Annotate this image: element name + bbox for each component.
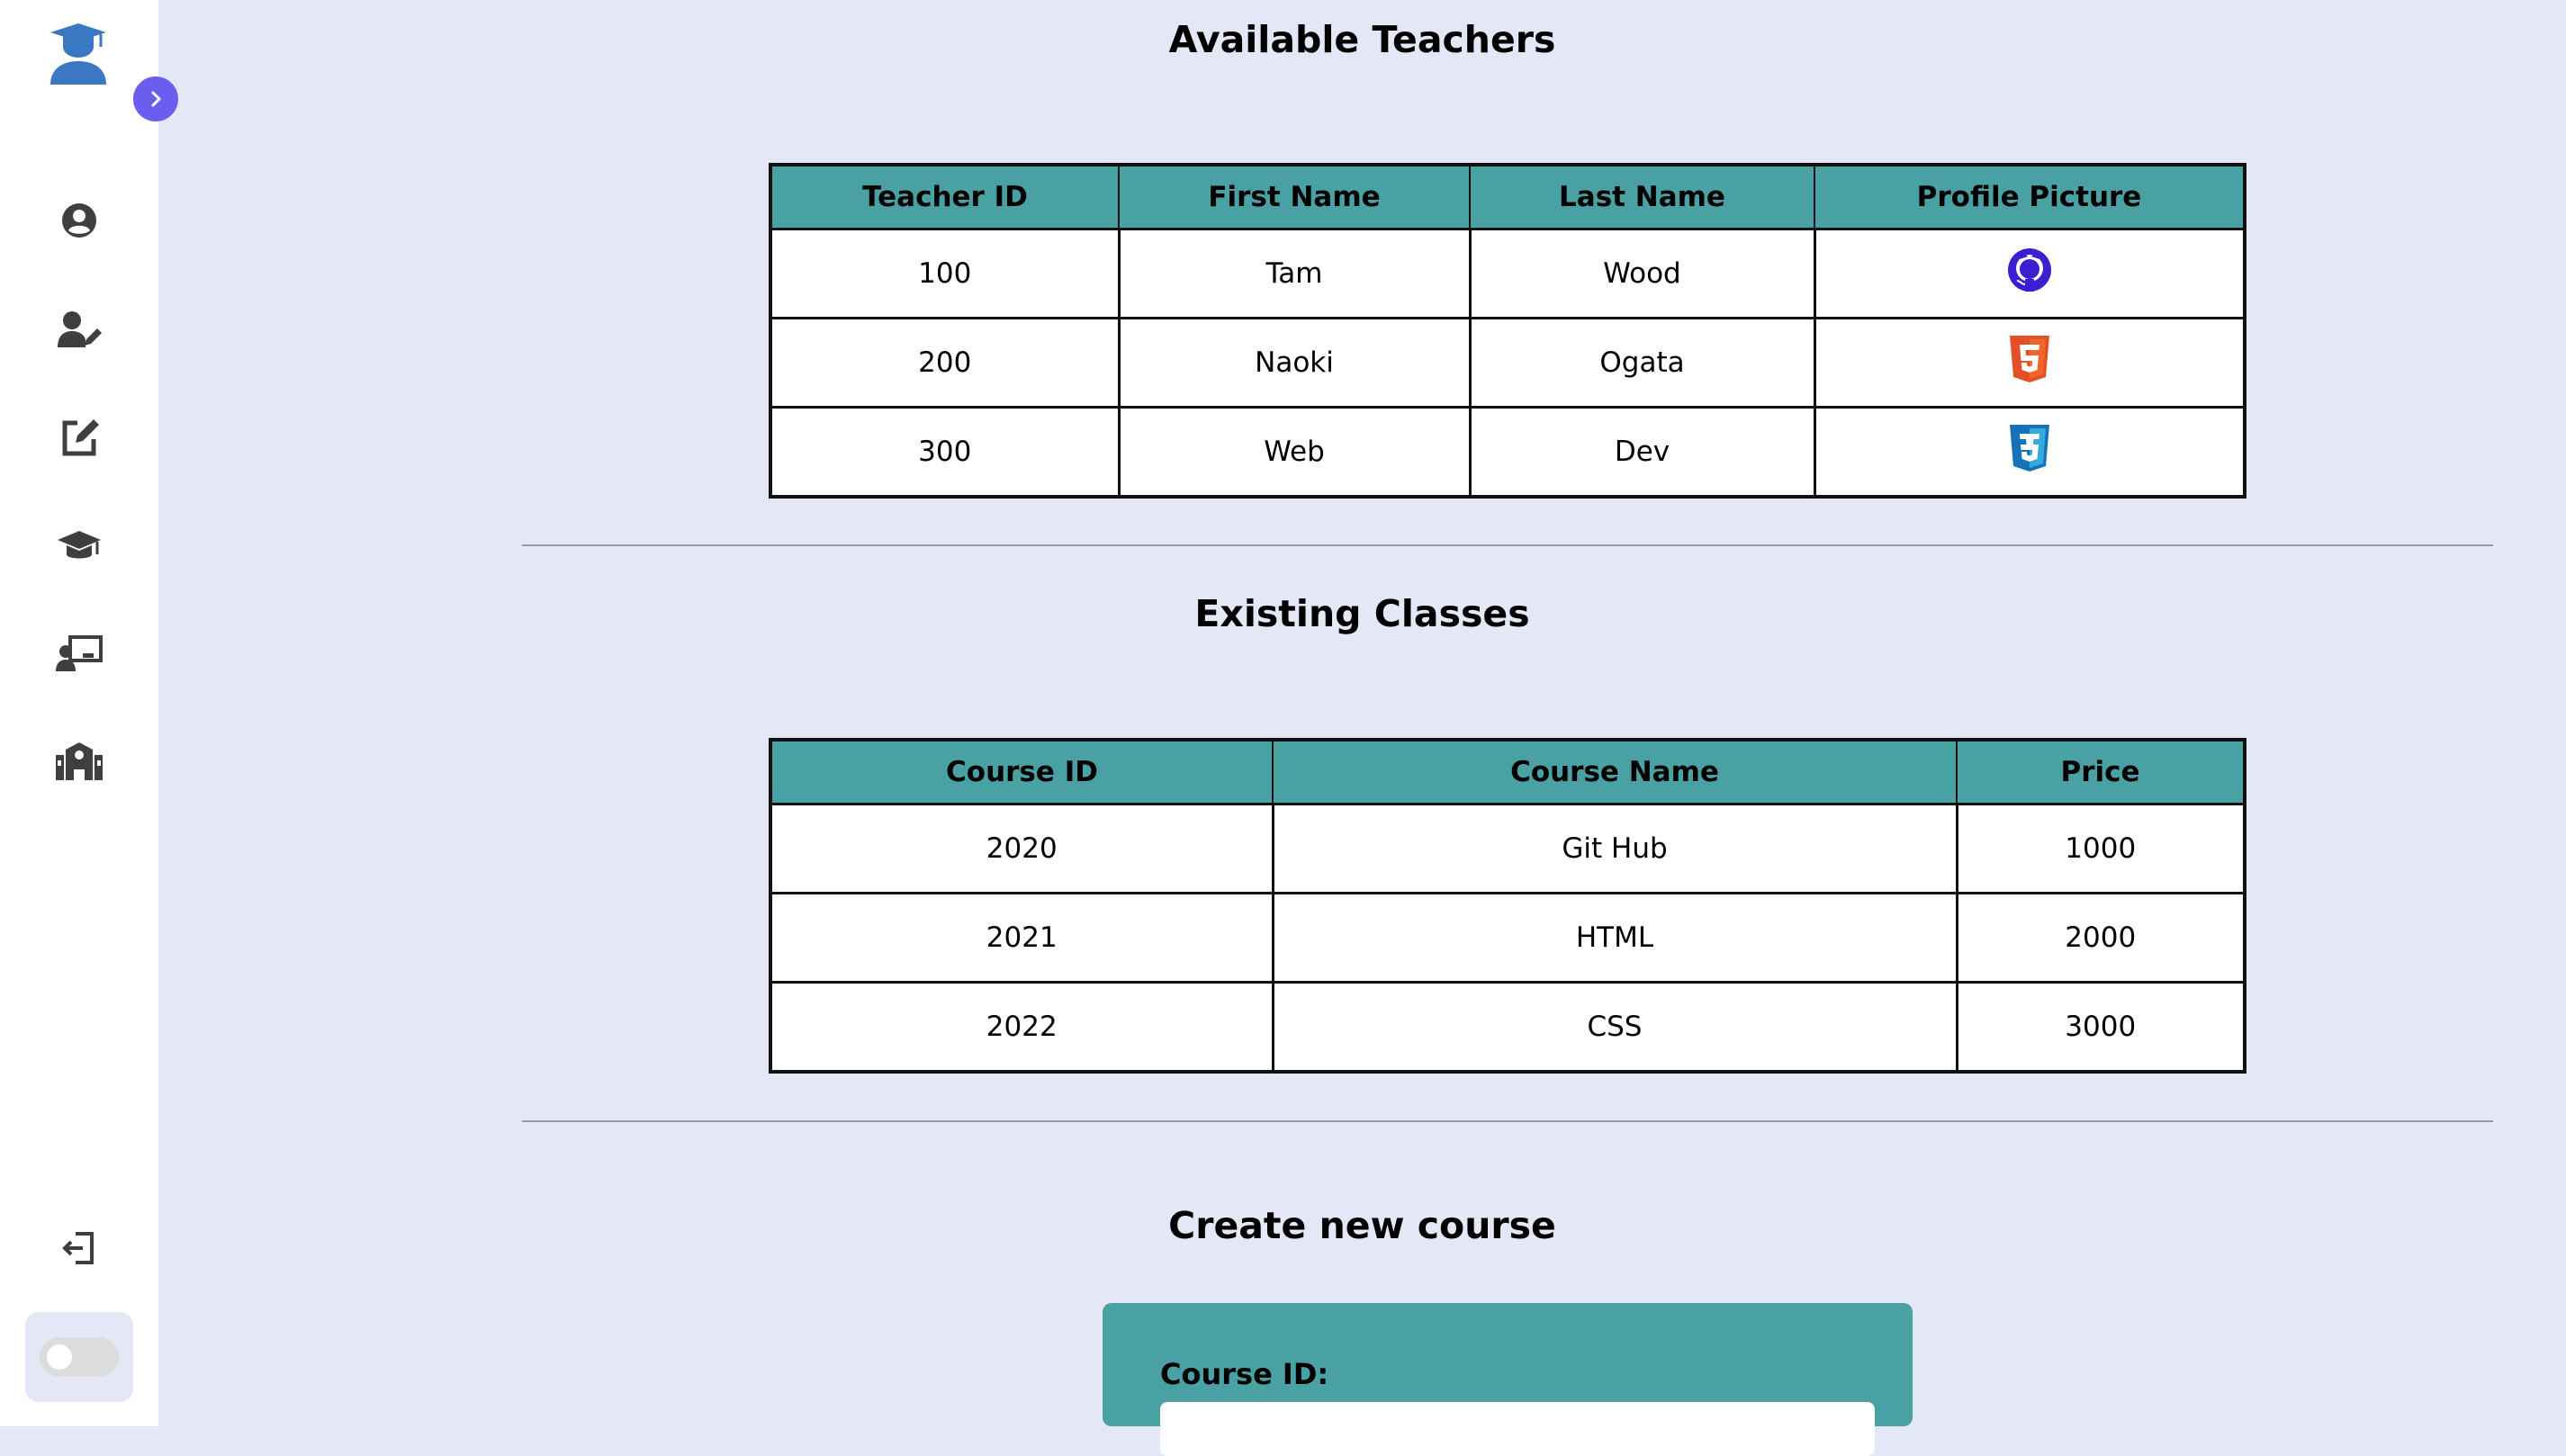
teachers-table: Teacher ID First Name Last Name Profile … xyxy=(769,163,2246,499)
course-id: 2022 xyxy=(769,981,1274,1074)
teacher-id: 300 xyxy=(769,406,1121,499)
table-row: 200 Naoki Ogata xyxy=(769,317,2246,409)
teacher-picture xyxy=(1813,406,2246,499)
graduation-cap-icon xyxy=(58,531,101,559)
course-id-input[interactable] xyxy=(1160,1402,1875,1456)
column-header: Course ID xyxy=(770,739,1274,805)
course-price: 1000 xyxy=(1955,803,2246,894)
teacher-board-icon xyxy=(56,635,103,671)
table-header-row: Course ID Course Name Price xyxy=(770,739,2246,805)
course-id: 2021 xyxy=(769,892,1274,984)
nav-edit-user[interactable] xyxy=(52,302,106,356)
css3-icon xyxy=(2009,425,2049,472)
toggle-knob xyxy=(47,1344,72,1370)
column-header: First Name xyxy=(1118,164,1471,230)
edit-square-icon xyxy=(62,419,99,456)
classes-section-title: Existing Classes xyxy=(1194,592,1530,635)
course-price: 2000 xyxy=(1955,892,2246,984)
column-header: Teacher ID xyxy=(770,164,1120,230)
section-divider xyxy=(522,1120,2493,1122)
table-row: 2021 HTML 2000 xyxy=(769,892,2246,984)
course-name: CSS xyxy=(1271,981,1958,1074)
teacher-picture xyxy=(1813,228,2246,319)
theme-toggle-container xyxy=(25,1312,133,1402)
create-course-form: Course ID: xyxy=(1103,1303,1913,1456)
school-icon xyxy=(56,742,103,780)
chevron-right-icon xyxy=(151,91,161,107)
column-header: Last Name xyxy=(1469,164,1815,230)
teacher-first-name: Tam xyxy=(1117,228,1472,319)
table-header-row: Teacher ID First Name Last Name Profile … xyxy=(770,164,2246,230)
sidebar-toggle-button[interactable] xyxy=(133,76,178,121)
course-name: HTML xyxy=(1271,892,1958,984)
table-row: 300 Web Dev xyxy=(769,406,2246,499)
section-divider xyxy=(522,544,2493,546)
course-price: 3000 xyxy=(1955,981,2246,1074)
html5-icon xyxy=(2009,336,2049,382)
create-course-title: Create new course xyxy=(1168,1204,1556,1247)
nav-school[interactable] xyxy=(52,734,106,788)
table-row: 100 Tam Wood xyxy=(769,228,2246,319)
teacher-id: 200 xyxy=(769,317,1121,409)
user-circle-icon xyxy=(62,203,96,238)
course-id-label: Course ID: xyxy=(1160,1357,1329,1391)
teacher-id: 100 xyxy=(769,228,1121,319)
column-header: Profile Picture xyxy=(1814,164,2246,230)
teacher-picture xyxy=(1813,317,2246,409)
teacher-last-name: Wood xyxy=(1468,228,1816,319)
column-header: Course Name xyxy=(1272,739,1958,805)
teacher-first-name: Web xyxy=(1117,406,1472,499)
teacher-first-name: Naoki xyxy=(1117,317,1472,409)
github-icon xyxy=(2007,248,2051,292)
teacher-last-name: Dev xyxy=(1468,406,1816,499)
nav-courses[interactable] xyxy=(52,518,106,572)
nav-edit[interactable] xyxy=(52,410,106,464)
course-name: Git Hub xyxy=(1271,803,1958,894)
table-row: 2020 Git Hub 1000 xyxy=(769,803,2246,894)
course-id: 2020 xyxy=(769,803,1274,894)
teacher-last-name: Ogata xyxy=(1468,317,1816,409)
table-row: 2022 CSS 3000 xyxy=(769,981,2246,1074)
column-header: Price xyxy=(1956,739,2246,805)
nav-profile[interactable] xyxy=(52,193,106,247)
classes-table: Course ID Course Name Price 2020 Git Hub… xyxy=(769,738,2246,1074)
user-edit-icon xyxy=(58,311,102,347)
theme-toggle-switch[interactable] xyxy=(40,1337,119,1377)
teachers-section-title: Available Teachers xyxy=(1168,18,1556,61)
